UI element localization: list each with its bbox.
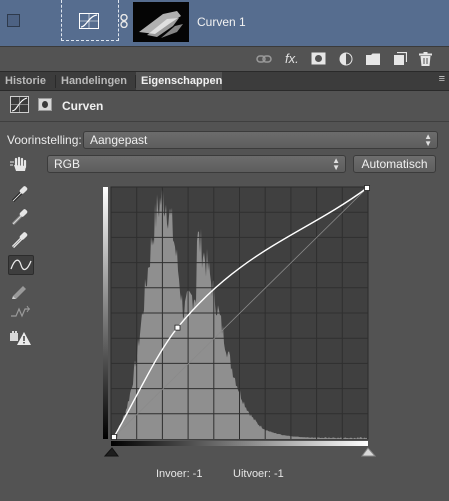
- dropdown-arrows-icon: ▲ ▼: [424, 132, 432, 148]
- mask-properties-icon[interactable]: [38, 98, 52, 111]
- channel-dropdown[interactable]: RGB ▲ ▼: [47, 155, 346, 173]
- link-layers-icon[interactable]: [256, 52, 272, 70]
- channel-value: RGB: [54, 157, 81, 171]
- divider: [0, 121, 449, 122]
- preset-dropdown[interactable]: Aangepast ▲ ▼: [83, 131, 438, 149]
- clipping-warning-icon[interactable]: [8, 328, 34, 348]
- panel-tab-bar: Historie Handelingen Eigenschappen ≡: [0, 71, 449, 91]
- curves-graph[interactable]: [103, 183, 379, 460]
- dropdown-arrows-icon: ▲ ▼: [332, 156, 340, 172]
- new-layer-icon[interactable]: [393, 51, 408, 71]
- input-readout: Invoer: -1: [156, 468, 203, 480]
- fx-icon[interactable]: fx.: [285, 51, 299, 66]
- pencil-draw-icon[interactable]: [8, 280, 34, 300]
- delete-trash-icon[interactable]: [419, 52, 432, 71]
- preset-value: Aangepast: [90, 133, 148, 147]
- adjustment-layer-icon[interactable]: [339, 52, 353, 71]
- curves-adjustment-icon[interactable]: [61, 0, 119, 41]
- auto-button[interactable]: Automatisch: [353, 155, 436, 173]
- properties-title: Curven: [62, 99, 104, 113]
- curve-control-point[interactable]: [364, 185, 370, 191]
- black-point-eyedropper-icon[interactable]: [8, 184, 34, 204]
- panel-menu-icon[interactable]: ≡: [439, 73, 445, 85]
- on-image-adjust-hand-icon[interactable]: [8, 155, 34, 175]
- curve-points-tool-icon[interactable]: [8, 255, 34, 275]
- chain-link-icon[interactable]: [119, 13, 129, 33]
- output-gradient-bar: [103, 187, 108, 439]
- input-gradient-bar: [111, 441, 368, 446]
- output-readout: Uitvoer: -1: [233, 468, 284, 480]
- layer-mask-thumbnail[interactable]: [133, 2, 189, 42]
- white-slider-handle[interactable]: [361, 447, 377, 457]
- layer-row[interactable]: Curven 1: [0, 0, 449, 47]
- black-slider-handle[interactable]: [103, 447, 119, 457]
- add-mask-icon[interactable]: [311, 52, 326, 70]
- layers-toolbar: fx.: [0, 47, 449, 71]
- layer-name[interactable]: Curven 1: [197, 15, 246, 29]
- tab-eigenschappen[interactable]: Eigenschappen: [136, 72, 222, 90]
- curve-control-point[interactable]: [174, 324, 181, 331]
- white-point-eyedropper-icon[interactable]: [8, 230, 34, 250]
- preset-label: Voorinstelling:: [7, 133, 82, 147]
- smooth-curve-icon[interactable]: [8, 302, 34, 322]
- curves-properties-icon[interactable]: [10, 96, 29, 113]
- gray-point-eyedropper-icon[interactable]: [8, 207, 34, 227]
- group-folder-icon[interactable]: [366, 52, 381, 70]
- visibility-checkbox[interactable]: [7, 14, 20, 27]
- curve-control-point[interactable]: [111, 434, 117, 440]
- properties-header: Curven: [0, 90, 449, 121]
- tab-historie[interactable]: Historie: [0, 72, 54, 90]
- tab-handelingen[interactable]: Handelingen: [56, 72, 134, 90]
